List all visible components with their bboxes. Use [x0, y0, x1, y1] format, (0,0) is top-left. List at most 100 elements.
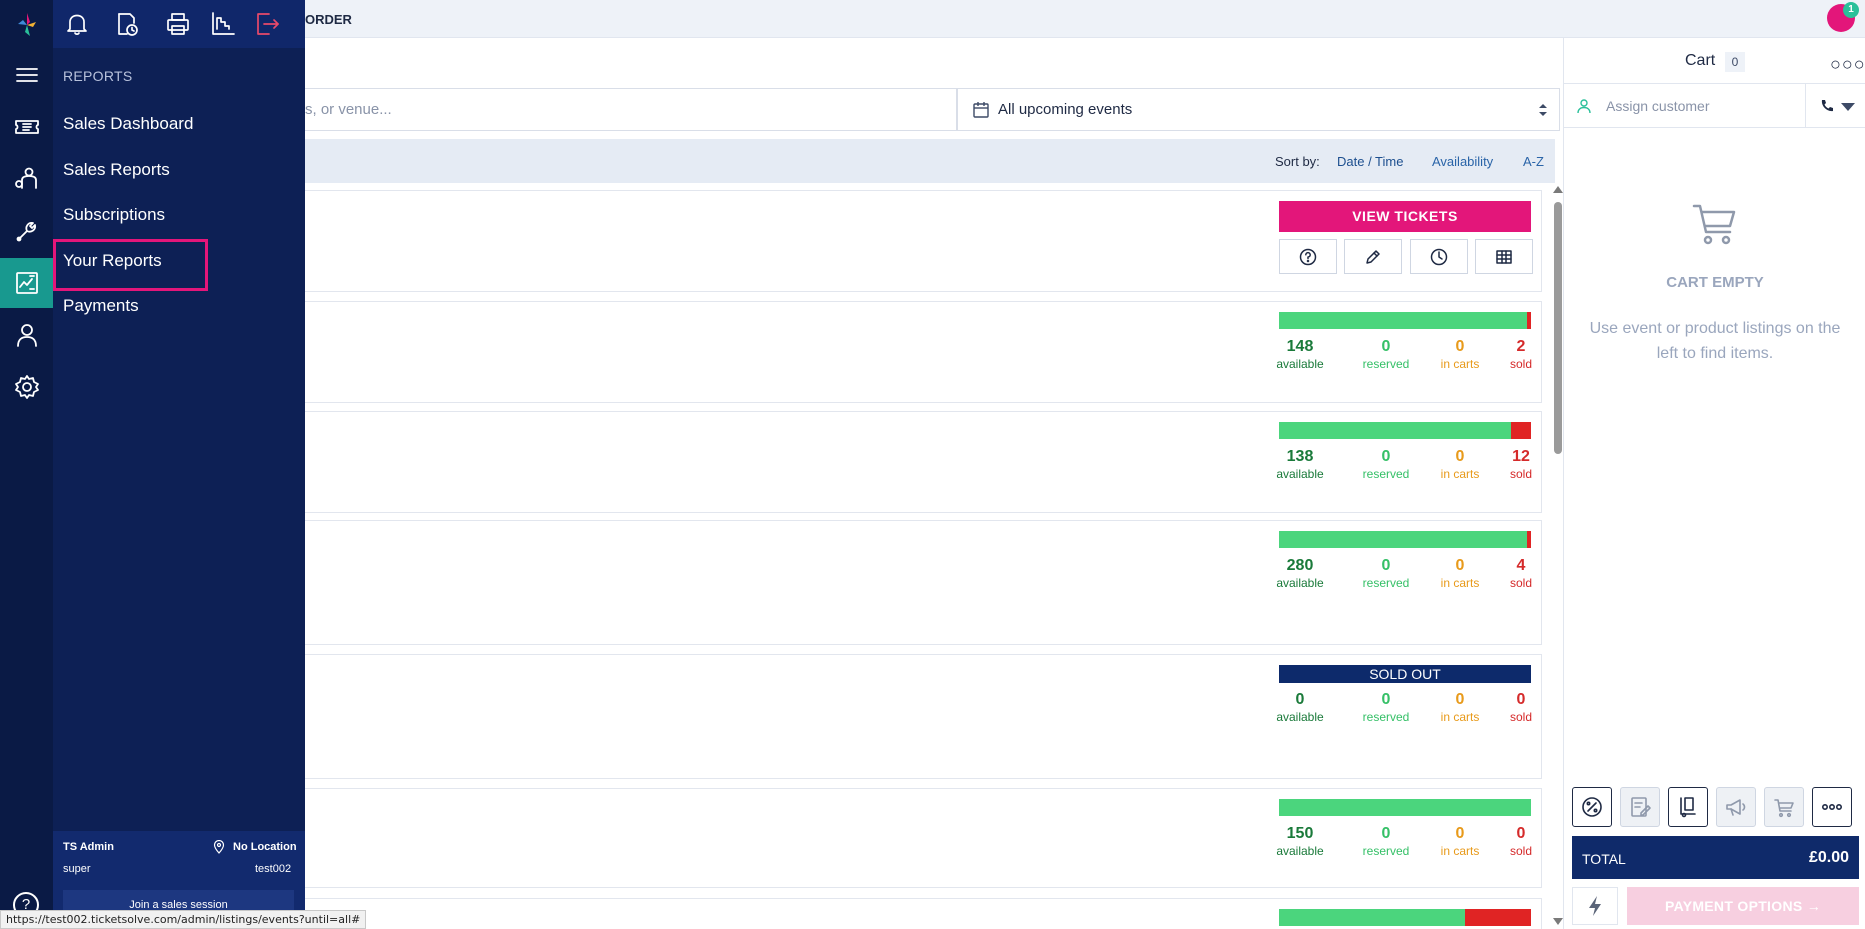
- wrench-icon: [16, 221, 36, 242]
- reports-menu: REPORTS Sales Dashboard Sales Reports Su…: [53, 0, 305, 929]
- chevron-down-icon[interactable]: [1841, 103, 1855, 111]
- ellipsis-icon: [1821, 804, 1842, 811]
- delivery-button[interactable]: [1668, 787, 1708, 827]
- logo-icon[interactable]: [12, 10, 42, 40]
- availability-bar: [1279, 909, 1531, 926]
- hamburger-menu-button[interactable]: [0, 50, 53, 100]
- menu-item-sales-reports[interactable]: Sales Reports: [63, 160, 170, 180]
- stat-available: 280 available: [1276, 557, 1324, 590]
- stat-in-carts: 0 in carts: [1440, 338, 1480, 371]
- more-actions-button[interactable]: [1812, 787, 1852, 827]
- payment-options-label: PAYMENT OPTIONS: [1664, 898, 1803, 914]
- tickets-nav-button[interactable]: [0, 102, 53, 152]
- stat-reserved: 0 reserved: [1362, 825, 1410, 858]
- stat-reserved: 0 reserved: [1362, 338, 1410, 371]
- availability-bar: [1279, 531, 1531, 548]
- cart-empty-hint: Use event or product listings on the lef…: [1589, 320, 1841, 362]
- availability-bar: [1279, 799, 1531, 816]
- assign-customer-row[interactable]: Assign customer: [1564, 84, 1865, 128]
- discount-icon: [1582, 797, 1602, 817]
- calendar-report-button[interactable]: [113, 10, 141, 38]
- availability-bar: [1279, 422, 1531, 439]
- highlight-box: [53, 239, 208, 291]
- event-card[interactable]: 280 available 0 reserved 0 in carts 4 sold: [305, 520, 1542, 645]
- event-card[interactable]: 138 available 0 reserved 0 in carts 12 sold: [305, 411, 1542, 513]
- phone-icon[interactable]: [1819, 98, 1835, 114]
- stat-available: 150 available: [1276, 825, 1324, 858]
- stat-sold: 2 sold: [1509, 338, 1532, 371]
- total-label: TOTAL: [1582, 851, 1626, 867]
- stat-reserved: 0 reserved: [1362, 557, 1410, 590]
- stat-sold: 0 sold: [1509, 825, 1532, 858]
- sort-a-z[interactable]: A-Z: [1523, 154, 1544, 169]
- logout-button[interactable]: [253, 10, 281, 38]
- reports-nav-button[interactable]: [0, 258, 53, 308]
- reports-icon: [15, 272, 38, 294]
- status-bar-url: https://test002.ticketsolve.com/admin/li…: [0, 910, 367, 929]
- customers-nav-button[interactable]: [0, 154, 53, 204]
- app-root: ORDER 1 s, or venue... All upcoming even…: [0, 0, 1865, 929]
- sort-label: Sort by:: [1275, 154, 1320, 169]
- stat-available: 148 available: [1276, 338, 1324, 371]
- marketing-button[interactable]: [1716, 787, 1756, 827]
- account-name: test002: [255, 863, 292, 875]
- select-arrows-icon: [1539, 104, 1547, 116]
- event-card[interactable]: 148 available 0 reserved 0 in carts 2 sold: [305, 301, 1542, 403]
- event-card[interactable]: 150 available 0 reserved 0 in carts 0 sold: [305, 788, 1542, 888]
- divider: [1805, 84, 1806, 128]
- sold-segment: [1465, 909, 1531, 926]
- icon-rail: ?: [0, 0, 53, 929]
- edit-tool-button[interactable]: [1344, 239, 1402, 274]
- menu-item-subscriptions[interactable]: Subscriptions: [63, 205, 165, 225]
- logout-icon: [257, 13, 279, 35]
- view-tickets-button[interactable]: VIEW TICKETS: [1279, 201, 1531, 232]
- notifications-button[interactable]: [63, 10, 91, 38]
- scrollbar-thumb[interactable]: [1554, 202, 1562, 454]
- question-icon: [1299, 248, 1317, 265]
- menu-icon-bar: [53, 0, 305, 48]
- menu-item-sales-dashboard[interactable]: Sales Dashboard: [63, 114, 193, 134]
- discount-button[interactable]: [1572, 787, 1612, 827]
- stats-button[interactable]: [209, 10, 237, 38]
- availability-bar: [1279, 312, 1531, 329]
- user-name: TS Admin: [63, 841, 114, 853]
- cart-empty-title: CART EMPTY: [1666, 274, 1764, 291]
- print-button[interactable]: [164, 10, 192, 38]
- notes-button[interactable]: [1620, 787, 1660, 827]
- quick-checkout-button[interactable]: [1572, 887, 1618, 925]
- sold-segment: [1527, 312, 1531, 329]
- event-card[interactable]: SOLD OUT 0 available 0 reserved 0 in carts …: [305, 654, 1542, 779]
- assign-customer-input[interactable]: Assign customer: [1606, 98, 1709, 114]
- sold-segment: [1527, 531, 1531, 548]
- basket-button[interactable]: [1764, 787, 1804, 827]
- cart-more-button[interactable]: ○○○: [1830, 54, 1865, 75]
- date-filter-value: All upcoming events: [998, 101, 1133, 118]
- account-nav-button[interactable]: [0, 310, 53, 360]
- search-input[interactable]: s, or venue...: [305, 88, 957, 131]
- grid-icon: [1496, 249, 1512, 264]
- event-card[interactable]: [305, 898, 1542, 929]
- scroll-down-arrow[interactable]: [1553, 918, 1563, 925]
- location-label[interactable]: No Location: [233, 841, 297, 853]
- shopping-cart-icon: [1692, 204, 1736, 245]
- user-role: super: [63, 863, 91, 875]
- help-tool-button[interactable]: [1279, 239, 1337, 274]
- sort-date-time[interactable]: Date / Time: [1337, 154, 1403, 169]
- menu-item-payments[interactable]: Payments: [63, 296, 139, 316]
- stat-sold: 4 sold: [1509, 557, 1532, 590]
- sort-bar: Sort by: Date / Time Availability A-Z: [305, 139, 1555, 183]
- tools-nav-button[interactable]: [0, 206, 53, 256]
- schedule-tool-button[interactable]: [1410, 239, 1468, 274]
- settings-nav-button[interactable]: [0, 362, 53, 412]
- sold-segment: [1510, 422, 1531, 439]
- stat-in-carts: 0 in carts: [1440, 557, 1480, 590]
- megaphone-icon: [1726, 799, 1746, 816]
- scroll-up-arrow[interactable]: [1553, 186, 1563, 193]
- seatmap-tool-button[interactable]: [1475, 239, 1533, 274]
- payment-options-button[interactable]: PAYMENT OPTIONS →: [1627, 887, 1859, 925]
- new-order-title[interactable]: ORDER: [305, 12, 352, 27]
- sort-availability[interactable]: Availability: [1432, 154, 1493, 169]
- date-filter-select[interactable]: All upcoming events: [957, 88, 1560, 131]
- menu-heading: REPORTS: [63, 68, 133, 84]
- sold-out-banner: SOLD OUT: [1279, 665, 1531, 683]
